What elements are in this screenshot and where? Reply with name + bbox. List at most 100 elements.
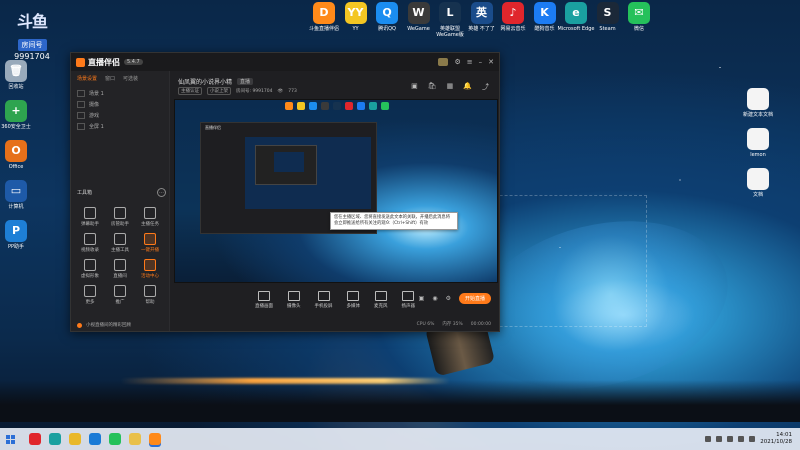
control-button[interactable]: 麦克风 xyxy=(374,287,388,317)
live-timer: 00:00:00 xyxy=(470,321,491,327)
control-button[interactable]: 多媒体 xyxy=(347,287,360,317)
sidebar-footer[interactable]: 小视直播间的精彩回顾 xyxy=(77,322,131,328)
toolbox-more-icon[interactable]: … xyxy=(157,188,166,197)
grid-icon[interactable]: ▦ xyxy=(447,82,454,92)
tool-item[interactable]: 弹幕助手 xyxy=(75,207,105,227)
clock[interactable]: 14:01 2021/10/28 xyxy=(760,432,792,446)
desktop-shortcut[interactable]: ✉ 微信 xyxy=(619,2,659,32)
tool-item[interactable]: 推广 xyxy=(105,285,135,305)
desktop-file-label: 文档 xyxy=(752,192,763,198)
nested-title: 直播伴侣 xyxy=(205,125,221,130)
control-button[interactable]: 手机投屏 xyxy=(315,287,333,317)
tool-label: 弹幕助手 xyxy=(81,222,99,227)
desktop-shortcut[interactable]: O Office xyxy=(0,140,36,170)
scene-icon xyxy=(77,112,85,119)
desktop-shortcut-icon: 🗑 xyxy=(5,60,27,82)
control-icon xyxy=(347,291,360,301)
control-button[interactable]: 直播画面 xyxy=(255,287,273,317)
room-title-text[interactable]: 仙凤翼的小说界小精 xyxy=(178,77,232,86)
scene-item[interactable]: 场景 1 xyxy=(77,88,163,99)
desktop-file[interactable]: 新建文本文档 xyxy=(738,88,778,118)
network-icon[interactable] xyxy=(738,436,745,442)
scene-item[interactable]: 全屏 1 xyxy=(77,121,163,132)
layout-icon[interactable]: ▣ xyxy=(411,82,418,92)
room-tag[interactable]: 直播 xyxy=(237,78,254,85)
desktop-shortcut-icon: e xyxy=(565,2,587,24)
footer-text: 小视直播间的精彩回顾 xyxy=(86,323,131,328)
bell-icon[interactable]: 🔔 xyxy=(463,82,472,92)
control-button[interactable]: 摄像头 xyxy=(287,287,301,317)
taskbar-app-icon[interactable] xyxy=(49,433,61,445)
share-icon[interactable]: ⤴ xyxy=(482,82,489,92)
tool-item[interactable]: 房管助手 xyxy=(105,207,135,227)
status-bar: CPU 6% 内存 35% 00:00:00 xyxy=(170,317,499,331)
volume-icon[interactable] xyxy=(749,436,756,442)
tool-icon xyxy=(84,285,96,297)
scene-item[interactable]: 摄像 xyxy=(77,99,163,110)
menu-icon[interactable]: ≡ xyxy=(467,58,473,66)
desktop-shortcut[interactable]: 🗑 回收站 xyxy=(0,60,36,90)
tool-item[interactable]: 视频收录 xyxy=(75,233,105,253)
window-controls: ⚙ ≡ – ✕ xyxy=(438,58,494,66)
tool-item[interactable]: 直播间 xyxy=(105,259,135,279)
tool-item[interactable]: 一键开播 xyxy=(135,233,165,253)
tray-icon[interactable] xyxy=(727,436,734,442)
control-label: 麦克风 xyxy=(374,304,388,309)
tool-item[interactable]: 帮助 xyxy=(135,285,165,305)
taskbar-app-icon[interactable] xyxy=(29,433,41,445)
start-live-button[interactable]: 开始直播 xyxy=(458,293,491,304)
tool-label: 活动中心 xyxy=(141,274,159,279)
tray-icon[interactable] xyxy=(716,436,723,442)
close-icon[interactable]: ✕ xyxy=(488,58,494,66)
start-menu-icon[interactable] xyxy=(6,434,15,444)
desktop-shortcut[interactable]: ▭ 计算机 xyxy=(0,180,36,210)
desktop-file[interactable]: 文档 xyxy=(738,168,778,198)
taskbar-app-icon[interactable] xyxy=(69,433,81,445)
avatar[interactable] xyxy=(438,58,449,66)
stream-preview[interactable]: 直播伴侣 xyxy=(174,99,498,283)
sidebar-tabs: 场景设置 窗口 可选装 xyxy=(71,71,169,86)
taskbar-apps xyxy=(29,433,161,445)
viewers-count: 773 xyxy=(288,88,297,94)
tab-scene[interactable]: 场景设置 xyxy=(77,75,97,82)
app-titlebar[interactable]: 直播伴侣 5.4.7 ⚙ ≡ – ✕ xyxy=(71,53,499,71)
scene-item[interactable]: 游戏 xyxy=(77,110,163,121)
control-label: 扬声器 xyxy=(401,304,416,309)
settings-icon[interactable]: ⚙ xyxy=(454,58,460,66)
tool-item[interactable]: 活动中心 xyxy=(135,259,165,279)
tab-optional[interactable]: 可选装 xyxy=(123,75,138,82)
desktop-shortcut[interactable]: +360安全卫士 xyxy=(0,100,36,130)
tab-window[interactable]: 窗口 xyxy=(105,75,115,82)
toolbox-title: 工具箱 xyxy=(77,190,93,196)
room-chip-category[interactable]: 小说上架 xyxy=(207,87,231,95)
eye-icon[interactable] xyxy=(77,123,85,130)
system-tray: 14:01 2021/10/28 xyxy=(705,432,800,446)
room-meta: 主播认证 小说上架 房间号: 9991704 👁 773 xyxy=(178,87,297,95)
taskbar-app-icon[interactable] xyxy=(129,433,141,445)
taskbar-app-icon[interactable] xyxy=(89,433,101,445)
bag-icon[interactable]: 🛍 xyxy=(428,82,437,92)
tray-icon[interactable] xyxy=(705,436,712,442)
tool-icon xyxy=(144,233,156,245)
clock-date: 2021/10/28 xyxy=(760,439,792,445)
tool-item[interactable]: 主播工具 xyxy=(105,233,135,253)
camera-icon[interactable]: ▣ xyxy=(419,295,425,302)
tool-icon xyxy=(144,207,156,219)
tool-label: 主播工具 xyxy=(111,248,129,253)
tool-item[interactable]: 虚拟形象 xyxy=(75,259,105,279)
taskbar-app-icon[interactable] xyxy=(109,433,121,445)
room-number-text: 房间号: 9991704 xyxy=(236,89,273,94)
desktop-shortcut[interactable]: P PP助手 xyxy=(0,220,36,250)
taskbar-app-icon[interactable] xyxy=(149,433,161,445)
app-title: 直播伴侣 xyxy=(88,57,120,67)
desktop-file[interactable]: lemon xyxy=(738,128,778,158)
tool-item[interactable]: 主播任务 xyxy=(135,207,165,227)
gear-icon[interactable]: ⚙ xyxy=(446,295,451,302)
minimize-icon[interactable]: – xyxy=(479,58,483,66)
streaming-companion-window[interactable]: 直播伴侣 5.4.7 ⚙ ≡ – ✕ 场景设置 窗口 可选装 场景 1 摄像 游… xyxy=(70,52,500,332)
tool-item[interactable]: 更多 xyxy=(75,285,105,305)
room-chip-auth[interactable]: 主播认证 xyxy=(178,87,202,95)
desktop-shortcut-icon: K xyxy=(533,2,556,24)
record-icon[interactable]: ◉ xyxy=(432,295,437,302)
control-button[interactable]: 扬声器 xyxy=(401,287,416,317)
